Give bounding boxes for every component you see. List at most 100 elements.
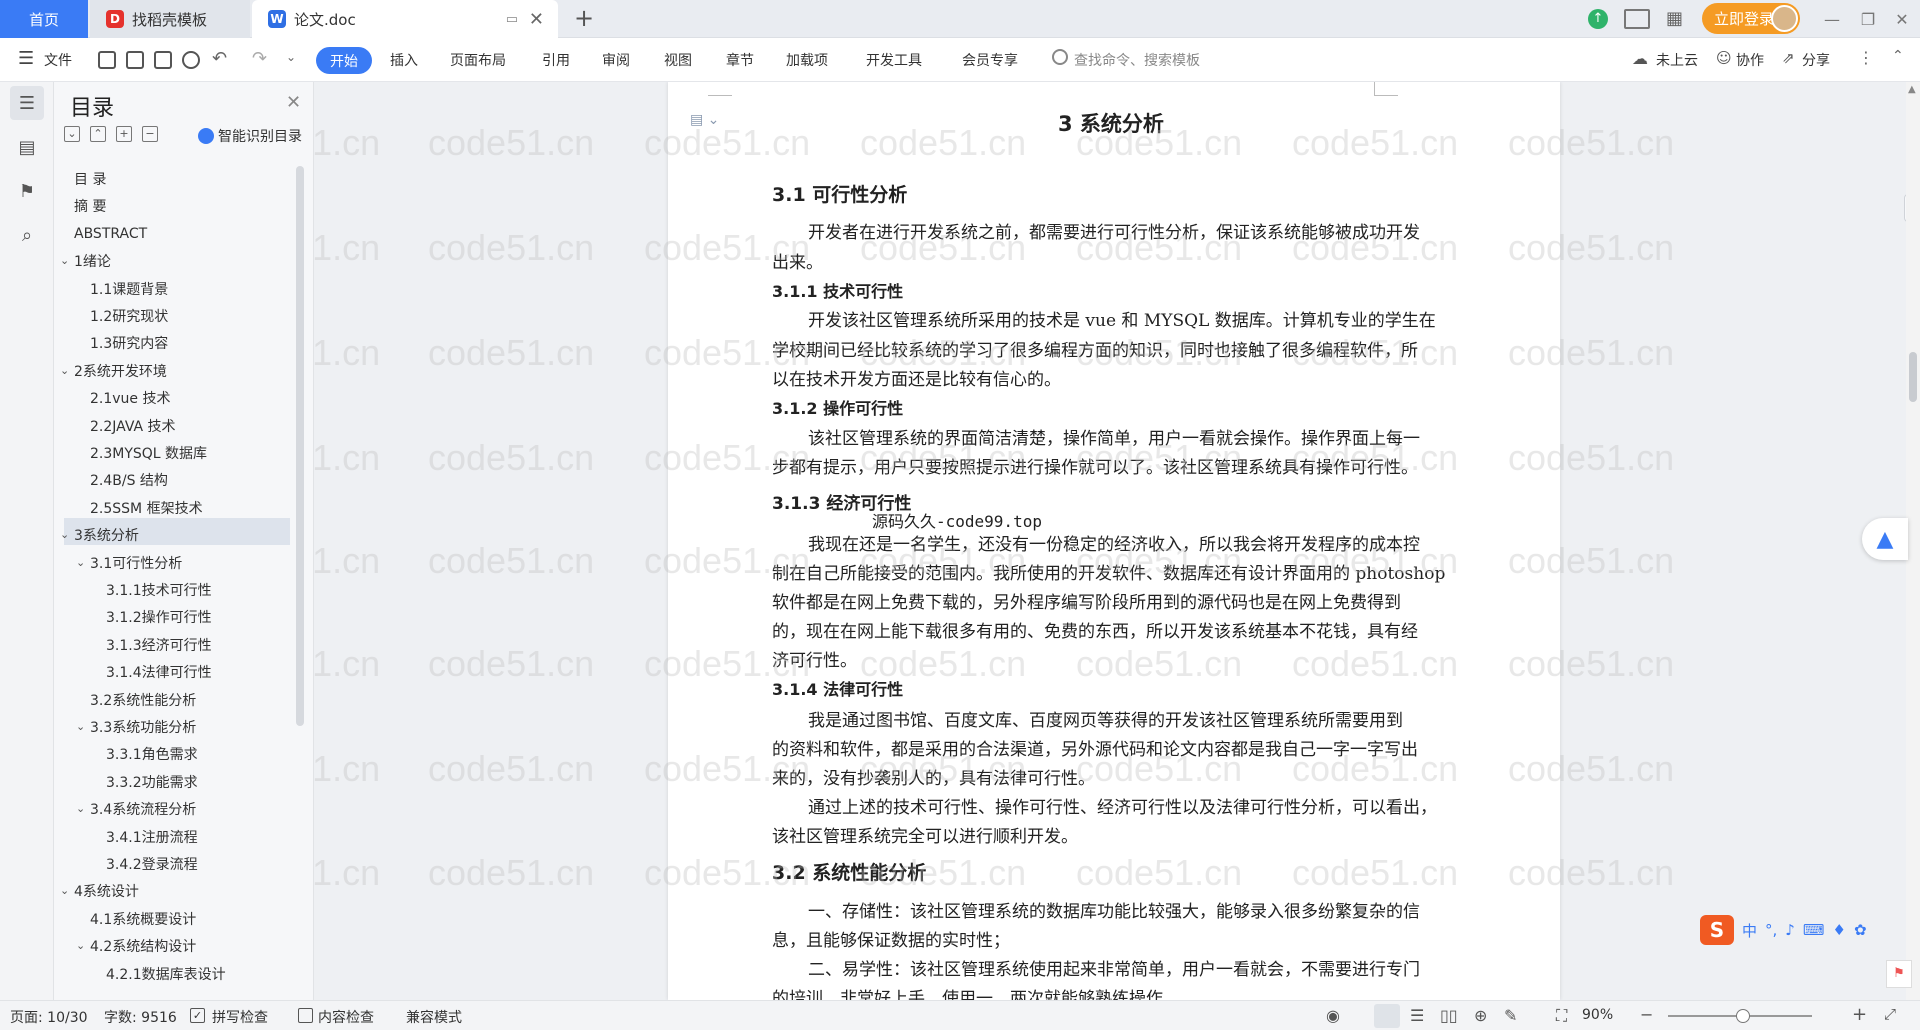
toc-item[interactable]: 4.2系统结构设计: [90, 933, 196, 959]
tab-addons[interactable]: 加载项: [786, 50, 828, 70]
toc-item[interactable]: 4系统设计: [74, 878, 139, 904]
page-view-icon[interactable]: [1374, 1004, 1400, 1028]
toc-expand-chevron-icon[interactable]: ⌄: [60, 254, 69, 267]
toc-expand-chevron-icon[interactable]: ⌄: [60, 528, 69, 541]
toc-item[interactable]: 2系统开发环境: [74, 358, 167, 384]
print-icon[interactable]: [154, 51, 172, 69]
toc-item[interactable]: 4.2.1数据库表设计: [106, 961, 226, 987]
toc-item[interactable]: 3系统分析: [74, 522, 139, 548]
toc-item[interactable]: ABSTRACT: [74, 221, 147, 247]
tab-member[interactable]: 会员专享: [962, 50, 1018, 70]
toc-item[interactable]: 目 录: [74, 166, 106, 192]
more-icon[interactable]: ⋮: [1858, 48, 1874, 67]
zoom-in-icon[interactable]: +: [1852, 1004, 1867, 1025]
toc-expand-chevron-icon[interactable]: ⌄: [60, 364, 69, 377]
collaborate-button[interactable]: 协作: [1736, 50, 1764, 70]
toc-expand-chevron-icon[interactable]: ⌄: [76, 556, 85, 569]
redo-icon[interactable]: ↷: [252, 48, 267, 69]
tab-document[interactable]: W 论文.doc ▭ ✕: [252, 0, 558, 38]
fullscreen-icon[interactable]: ⤢: [1884, 1005, 1896, 1023]
zoom-level[interactable]: 90%: [1582, 1007, 1613, 1023]
quick-access-chevron-icon[interactable]: ⌄: [286, 50, 296, 64]
toc-scrollbar[interactable]: [296, 166, 304, 726]
minimize-icon[interactable]: —: [1814, 0, 1850, 38]
toc-item[interactable]: 1.3研究内容: [90, 330, 168, 356]
toolbox-icon[interactable]: ✿: [1854, 921, 1867, 939]
toc-item[interactable]: 2.4B/S 结构: [90, 467, 168, 493]
tab-layout[interactable]: 页面布局: [450, 50, 506, 70]
toc-panel-icon[interactable]: ☰: [10, 86, 44, 120]
collapse-ribbon-icon[interactable]: ⌃: [1892, 48, 1904, 64]
scroll-up-icon[interactable]: ▲: [1908, 84, 1916, 95]
navigation-icon[interactable]: ▤: [10, 130, 44, 164]
keyboard-icon[interactable]: ⌨: [1803, 921, 1825, 939]
collapse-up-icon[interactable]: ⌃: [90, 126, 106, 142]
eye-protect-icon[interactable]: ◉: [1326, 1006, 1340, 1025]
bookmark-icon[interactable]: ⚑: [10, 174, 44, 208]
assistant-icon[interactable]: ▲: [1862, 518, 1908, 560]
toc-item[interactable]: 1绪论: [74, 248, 111, 274]
toc-item[interactable]: 2.1vue 技术: [90, 385, 171, 411]
undo-icon[interactable]: ↶: [212, 48, 227, 69]
reading-view-icon[interactable]: ▯▯: [1440, 1006, 1458, 1025]
feedback-flag-icon[interactable]: ⚑: [1886, 960, 1912, 988]
toc-item[interactable]: 2.3MYSQL 数据库: [90, 440, 207, 466]
toc-item[interactable]: 3.1可行性分析: [90, 550, 182, 576]
toc-item[interactable]: 3.3.2功能需求: [106, 769, 198, 795]
scroll-thumb[interactable]: [1909, 352, 1917, 402]
toc-item[interactable]: 3.1.4法律可行性: [106, 659, 212, 685]
command-search-input[interactable]: 查找命令、搜索模板: [1074, 50, 1200, 70]
save-icon[interactable]: [98, 51, 116, 69]
tab-reference[interactable]: 引用: [542, 50, 570, 70]
toc-item[interactable]: 3.4.2登录流程: [106, 851, 198, 877]
tab-home[interactable]: 首页: [0, 0, 88, 38]
tab-chapter[interactable]: 章节: [726, 50, 754, 70]
expand-down-icon[interactable]: ⌄: [64, 126, 80, 142]
content-check-button[interactable]: 内容检查: [318, 1007, 374, 1027]
tab-start[interactable]: 开始: [316, 47, 372, 74]
punctuation-icon[interactable]: °,: [1765, 921, 1777, 939]
word-count[interactable]: 字数: 9516: [104, 1007, 177, 1027]
ime-language[interactable]: 中: [1742, 920, 1757, 941]
preview-icon[interactable]: [182, 51, 200, 69]
tab-devtools[interactable]: 开发工具: [866, 50, 922, 70]
smart-toc-button[interactable]: 智能识别目录: [198, 126, 302, 146]
toc-expand-chevron-icon[interactable]: ⌄: [76, 802, 85, 815]
toc-item[interactable]: 3.3.1角色需求: [106, 741, 198, 767]
microphone-icon[interactable]: ♪: [1785, 921, 1795, 939]
toc-item[interactable]: 3.3系统功能分析: [90, 714, 196, 740]
toc-item[interactable]: 3.4.1注册流程: [106, 824, 198, 850]
file-menu[interactable]: 文件: [44, 50, 72, 70]
toc-expand-chevron-icon[interactable]: ⌄: [76, 939, 85, 952]
toc-item[interactable]: 4.1系统概要设计: [90, 906, 196, 932]
layout-icon[interactable]: [1624, 9, 1650, 29]
monitor-icon[interactable]: ▭: [506, 12, 518, 27]
export-icon[interactable]: [126, 51, 144, 69]
toc-close-icon[interactable]: ✕: [286, 92, 301, 113]
skin-icon[interactable]: ♦: [1833, 921, 1846, 939]
tab-view[interactable]: 视图: [664, 50, 692, 70]
zoom-slider-knob[interactable]: [1736, 1009, 1750, 1023]
upload-icon[interactable]: ↑: [1588, 9, 1608, 29]
find-icon[interactable]: ⌕: [10, 218, 44, 252]
cloud-status[interactable]: 未上云: [1656, 50, 1698, 70]
spell-check-button[interactable]: 拼写检查: [212, 1007, 268, 1027]
toc-item[interactable]: 3.1.2操作可行性: [106, 604, 212, 630]
pen-icon[interactable]: ✎: [1504, 1006, 1517, 1025]
remove-heading-icon[interactable]: −: [142, 126, 158, 142]
toc-item[interactable]: 3.1.3经济可行性: [106, 632, 212, 658]
tab-close-icon[interactable]: ✕: [529, 9, 544, 30]
menu-icon[interactable]: ☰: [18, 48, 34, 69]
apps-grid-icon[interactable]: ▦: [1666, 8, 1683, 29]
zoom-out-icon[interactable]: −: [1640, 1005, 1653, 1024]
toc-item[interactable]: 2.2JAVA 技术: [90, 413, 176, 439]
tab-review[interactable]: 审阅: [602, 50, 630, 70]
toc-expand-chevron-icon[interactable]: ⌄: [76, 720, 85, 733]
toc-expand-chevron-icon[interactable]: ⌄: [60, 884, 69, 897]
tab-insert[interactable]: 插入: [390, 50, 418, 70]
vertical-scrollbar[interactable]: ▲: [1906, 82, 1920, 1000]
close-window-icon[interactable]: ✕: [1884, 0, 1920, 38]
sogou-ime-icon[interactable]: S: [1700, 915, 1734, 945]
toc-item[interactable]: 3.2系统性能分析: [90, 687, 196, 713]
login-button[interactable]: 立即登录: [1702, 3, 1800, 34]
